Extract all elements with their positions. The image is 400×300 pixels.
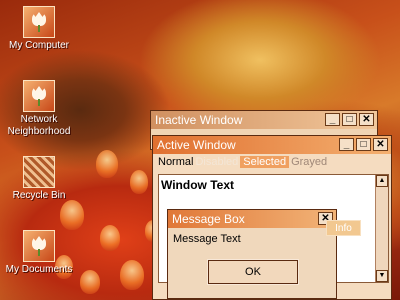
menu-item-disabled: Disabled (195, 156, 239, 168)
tulip-icon (23, 80, 55, 112)
minimize-button[interactable]: _ (339, 138, 354, 151)
active-window-titlebar[interactable]: Active Window _ □ ✕ (153, 136, 391, 154)
tulip-icon (23, 230, 55, 262)
scroll-up-icon[interactable]: ▲ (376, 175, 388, 187)
close-button[interactable]: ✕ (359, 113, 374, 126)
desktop-icon-label: My Computer (8, 40, 69, 51)
active-window-title: Active Window (157, 138, 236, 152)
wallpaper-tulip (120, 260, 144, 290)
desktop-icon-label: Network Neighborhood (7, 114, 71, 137)
maximize-button[interactable]: □ (356, 138, 371, 151)
desktop-icon-label: My Documents (5, 264, 73, 275)
ok-button[interactable]: OK (207, 259, 299, 285)
menu-item-normal[interactable]: Normal (158, 156, 193, 168)
tulip-icon (23, 6, 55, 38)
wallpaper-tulip (80, 270, 100, 294)
message-box-title: Message Box (172, 212, 245, 226)
window-text: Window Text (161, 178, 234, 192)
inactive-window-titlebar[interactable]: Inactive Window _ □ ✕ (151, 111, 377, 129)
wallpaper-tulip (60, 200, 84, 230)
close-button[interactable]: ✕ (373, 138, 388, 151)
wallpaper-tulip (130, 170, 148, 194)
desktop-icon-label: Recycle Bin (12, 190, 66, 201)
inactive-window-title: Inactive Window (155, 113, 243, 127)
maximize-button[interactable]: □ (342, 113, 357, 126)
menu-bar: Normal Disabled Selected Grayed (153, 154, 391, 170)
info-tooltip: Info (326, 220, 361, 236)
wallpaper-tulip (96, 150, 118, 178)
message-text: Message Text (173, 233, 241, 245)
message-box[interactable]: Message Box ✕ Message Text OK (167, 209, 337, 299)
menu-item-selected[interactable]: Selected (240, 156, 290, 168)
desktop-icon-recycle-bin[interactable]: Recycle Bin (2, 156, 76, 202)
desktop-icon-my-computer[interactable]: My Computer (2, 6, 76, 52)
message-box-titlebar[interactable]: Message Box ✕ (168, 210, 336, 228)
scroll-down-icon[interactable]: ▼ (376, 270, 388, 282)
vertical-scrollbar[interactable]: ▲ ▼ (375, 175, 388, 282)
desktop-icon-my-documents[interactable]: My Documents (2, 230, 76, 276)
recycle-bin-icon (23, 156, 55, 188)
menu-item-grayed: Grayed (291, 156, 328, 168)
desktop-icon-network-neighborhood[interactable]: Network Neighborhood (2, 80, 76, 138)
minimize-button[interactable]: _ (325, 113, 340, 126)
wallpaper-tulip (100, 225, 120, 251)
